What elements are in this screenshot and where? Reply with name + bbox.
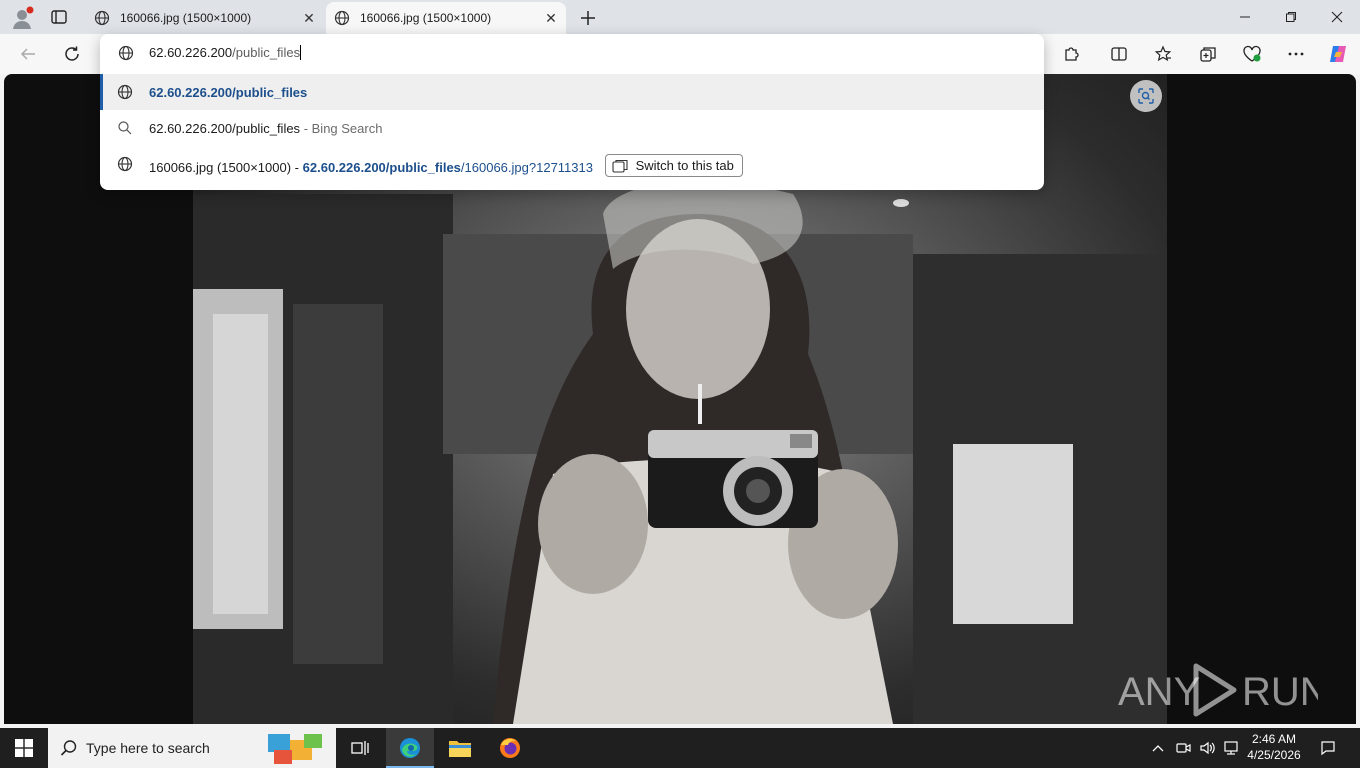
- suggestion-title: 160066.jpg (1500×1000): [149, 159, 292, 175]
- search-icon: [118, 121, 132, 135]
- edge-taskbar-button[interactable]: [386, 728, 434, 768]
- minimize-button[interactable]: [1222, 0, 1268, 34]
- tab-title: 160066.jpg (1500×1000): [360, 11, 492, 25]
- address-bar[interactable]: 62.60.226.200/public_files: [100, 34, 1044, 72]
- firefox-button[interactable]: [486, 728, 534, 768]
- globe-icon: [117, 84, 133, 100]
- address-host: 62.60.226.200: [149, 45, 233, 60]
- search-icon: [60, 740, 77, 756]
- more-icon: [1288, 52, 1304, 56]
- chevron-up-icon: [1152, 745, 1164, 752]
- favorites-button[interactable]: [1147, 38, 1179, 70]
- suggestion-suffix: - Bing Search: [303, 121, 383, 136]
- clock-date: 4/25/2026: [1247, 748, 1301, 762]
- restore-icon: [1286, 12, 1296, 22]
- back-button[interactable]: [12, 38, 44, 70]
- split-screen-button[interactable]: [1103, 38, 1135, 70]
- address-bar-dropdown: 62.60.226.200/public_files 62.60.226.200…: [100, 34, 1044, 190]
- copilot-button[interactable]: [1322, 38, 1354, 70]
- extensions-icon: [1065, 47, 1079, 61]
- watermark-text-any: ANY: [1118, 670, 1200, 714]
- back-icon: [20, 48, 35, 60]
- meet-now-icon: [1176, 743, 1191, 753]
- address-path: /public_files: [232, 45, 301, 60]
- edge-icon: [400, 738, 420, 758]
- suggestion-url-bold: 62.60.226.200/public_files: [302, 159, 461, 175]
- extensions-button[interactable]: [1055, 38, 1087, 70]
- watermark-text-run: RUN: [1242, 670, 1318, 714]
- more-button[interactable]: [1280, 38, 1312, 70]
- tab-1[interactable]: 160066.jpg (1500×1000) ✕: [86, 2, 324, 34]
- notification-icon: [1321, 741, 1335, 756]
- file-explorer-button[interactable]: [436, 728, 484, 768]
- suggestion-url-rest: /160066.jpg?12711313: [460, 159, 593, 175]
- plus-icon: [581, 11, 595, 25]
- selection-indicator: [100, 74, 103, 110]
- close-icon: [1331, 11, 1343, 23]
- suggestion-item[interactable]: 62.60.226.200/public_files - Bing Search: [100, 110, 1044, 146]
- system-clock[interactable]: 2:46 AM 4/25/2026: [1240, 731, 1308, 763]
- meet-now-button[interactable]: [1172, 728, 1194, 768]
- text-caret: [300, 45, 302, 60]
- show-hidden-icons-button[interactable]: [1148, 728, 1168, 768]
- switch-to-tab-button[interactable]: Switch to this tab: [604, 154, 743, 177]
- minimize-icon: [1240, 16, 1250, 18]
- suggestion-text: 62.60.226.200/public_files: [149, 121, 301, 136]
- suggestion-text-wrap: 160066.jpg (1500×1000) - 62.60.226.200/p…: [149, 154, 743, 180]
- browser-essentials-icon: [1243, 45, 1261, 62]
- tab-title: 160066.jpg (1500×1000): [120, 11, 252, 25]
- globe-icon: [94, 10, 110, 26]
- split-screen-icon: [1111, 47, 1127, 61]
- start-button[interactable]: [0, 728, 48, 768]
- search-placeholder: Type here to search: [86, 740, 210, 756]
- globe-icon: [118, 45, 134, 61]
- visual-search-button[interactable]: [1130, 80, 1162, 112]
- volume-button[interactable]: [1196, 728, 1218, 768]
- tab-actions-icon[interactable]: [50, 8, 70, 28]
- task-view-button[interactable]: [336, 728, 384, 768]
- close-tab-icon[interactable]: ✕: [542, 9, 560, 27]
- refresh-icon: [65, 46, 79, 61]
- volume-icon: [1200, 741, 1215, 755]
- anyrun-watermark: ANY RUN: [1118, 663, 1318, 717]
- globe-icon: [117, 156, 133, 172]
- profile-avatar[interactable]: [10, 6, 34, 30]
- switch-tab-icon: [612, 159, 628, 173]
- search-highlight-icon: [268, 734, 322, 764]
- visual-search-icon: [1138, 88, 1154, 104]
- taskbar: Type here to search 2:46 AM 4/25/2026: [0, 728, 1360, 768]
- collections-icon: [1200, 47, 1216, 62]
- globe-icon: [334, 10, 350, 26]
- address-text[interactable]: 62.60.226.200/public_files: [149, 45, 302, 60]
- network-button[interactable]: [1220, 728, 1242, 768]
- favorites-icon: [1154, 45, 1172, 62]
- close-tab-icon[interactable]: ✕: [300, 9, 318, 27]
- browser-essentials-button[interactable]: [1236, 38, 1268, 70]
- suggestion-sep: -: [294, 159, 300, 175]
- suggestion-item[interactable]: 62.60.226.200/public_files: [100, 74, 1044, 110]
- firefox-icon: [500, 738, 520, 758]
- close-window-button[interactable]: [1314, 0, 1360, 34]
- windows-logo-icon: [15, 739, 33, 757]
- file-explorer-icon: [449, 741, 471, 757]
- clock-time: 2:46 AM: [1251, 732, 1297, 746]
- refresh-button[interactable]: [56, 38, 88, 70]
- restore-button[interactable]: [1268, 0, 1314, 34]
- notification-center-button[interactable]: [1316, 728, 1340, 768]
- tab-strip: 160066.jpg (1500×1000) ✕ 160066.jpg (150…: [0, 0, 1360, 34]
- suggestion-item[interactable]: 160066.jpg (1500×1000) - 62.60.226.200/p…: [100, 146, 1044, 182]
- taskbar-search[interactable]: Type here to search: [48, 728, 336, 768]
- network-icon: [1224, 741, 1238, 755]
- task-view-icon: [351, 741, 369, 755]
- copilot-icon: [1330, 46, 1346, 62]
- new-tab-button[interactable]: [576, 6, 600, 30]
- suggestion-text-wrap: 62.60.226.200/public_files - Bing Search: [149, 121, 382, 136]
- tab-2[interactable]: 160066.jpg (1500×1000) ✕: [326, 2, 566, 34]
- collections-button[interactable]: [1192, 38, 1224, 70]
- suggestion-text: 62.60.226.200/public_files: [149, 85, 308, 100]
- switch-to-tab-label: Switch to this tab: [635, 158, 734, 173]
